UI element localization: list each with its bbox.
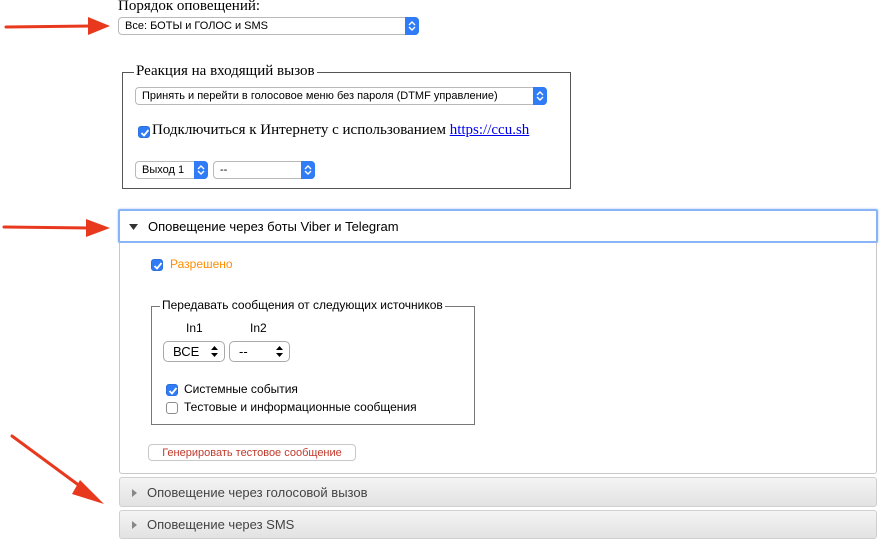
internet-checkbox[interactable] <box>138 126 150 138</box>
select-stepper-icon <box>194 161 208 179</box>
call-action-select[interactable]: Принять и перейти в голосовое меню без п… <box>135 87 547 105</box>
triangle-right-icon <box>132 521 137 529</box>
annotation-arrow-icon <box>2 219 110 237</box>
notify-order-label: Порядок оповещений: <box>118 0 261 14</box>
output-state-value: -- <box>220 164 228 176</box>
test-messages-label: Тестовые и информационные сообщения <box>184 400 417 414</box>
check-icon <box>168 387 178 395</box>
in2-label: In2 <box>250 321 267 335</box>
generate-test-message-button[interactable]: Генерировать тестовое сообщение <box>148 444 356 461</box>
annotation-arrow-icon <box>4 17 110 35</box>
select-stepper-icon <box>405 17 419 35</box>
test-messages-checkbox[interactable] <box>166 402 178 414</box>
bots-enabled-label: Разрешено <box>170 257 233 271</box>
sources-legend: Передавать сообщения от следующих источн… <box>160 298 445 312</box>
sms-section-header[interactable]: Оповещение через SMS <box>119 510 877 539</box>
in2-value: -- <box>239 344 248 359</box>
ccu-link[interactable]: https://ccu.sh <box>450 122 530 138</box>
in1-select[interactable]: ВСЕ <box>163 341 225 362</box>
bots-enabled-checkbox[interactable] <box>151 259 163 271</box>
voice-section-header[interactable]: Оповещение через голосовой вызов <box>119 477 877 507</box>
annotation-arrow-icon <box>10 434 104 504</box>
check-icon <box>140 129 150 137</box>
select-stepper-icon <box>301 161 315 179</box>
in2-select[interactable]: -- <box>229 341 290 362</box>
output-select[interactable]: Выход 1 <box>135 161 208 179</box>
in1-value: ВСЕ <box>173 344 200 359</box>
sms-section-title: Оповещение через SMS <box>147 517 295 532</box>
internet-checkbox-label: Подключиться к Интернету с использование… <box>152 122 446 138</box>
triangle-right-icon <box>132 489 137 497</box>
select-stepper-icon <box>533 87 547 105</box>
internet-row: Подключиться к Интернету с использование… <box>152 122 529 139</box>
notify-order-select[interactable]: Все: БОТЫ и ГОЛОС и SMS <box>118 17 419 35</box>
call-action-value: Принять и перейти в голосовое меню без п… <box>142 90 498 102</box>
system-events-checkbox[interactable] <box>166 384 178 396</box>
output-value: Выход 1 <box>142 164 185 176</box>
in1-label: In1 <box>186 321 203 335</box>
updown-icon <box>211 346 218 357</box>
bots-section-header[interactable]: Оповещение через боты Viber и Telegram <box>118 209 878 243</box>
check-icon <box>153 262 163 270</box>
bots-section-title: Оповещение через боты Viber и Telegram <box>148 219 399 234</box>
output-state-select[interactable]: -- <box>213 161 315 179</box>
updown-icon <box>276 346 283 357</box>
incoming-call-legend: Реакция на входящий вызов <box>134 63 317 80</box>
system-events-label: Системные события <box>184 382 298 396</box>
triangle-down-icon <box>129 224 138 230</box>
notify-order-value: Все: БОТЫ и ГОЛОС и SMS <box>125 20 269 32</box>
voice-section-title: Оповещение через голосовой вызов <box>147 485 368 500</box>
